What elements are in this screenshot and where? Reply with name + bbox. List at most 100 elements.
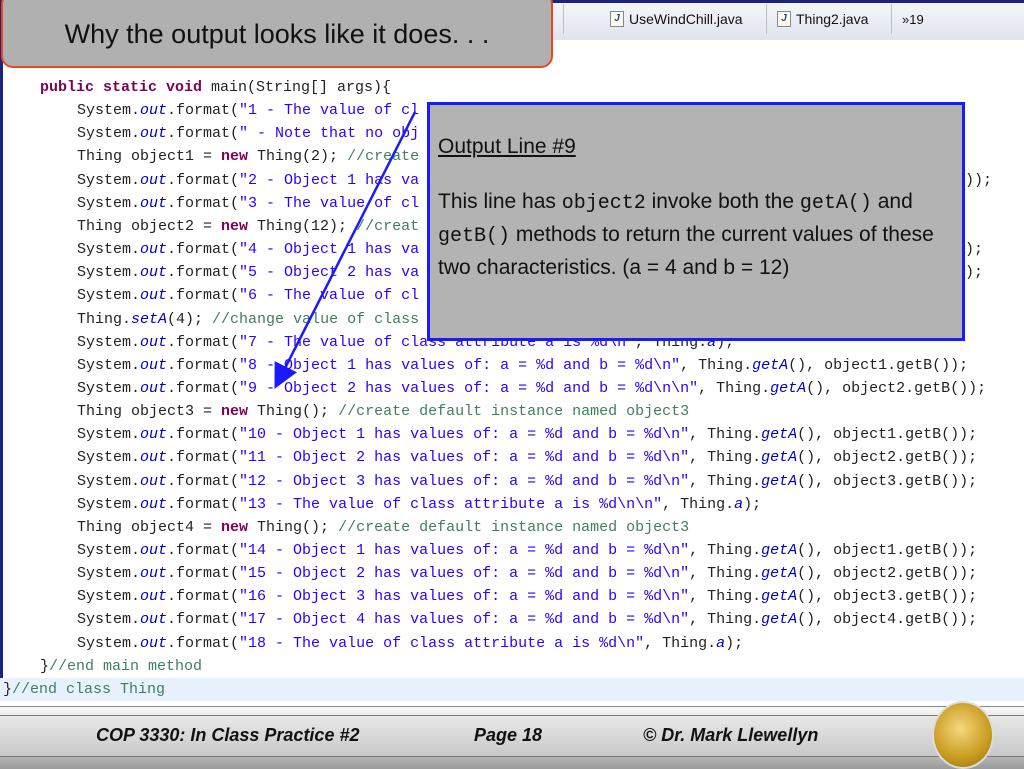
code-token: "4 - Object 1 has va [239, 241, 420, 259]
code-line[interactable]: Thing object4 = new Thing(); //create de… [0, 516, 1024, 539]
code-token: "12 - Object 3 has values of: a = %d and… [239, 472, 690, 490]
code-line[interactable]: System.out.format("10 - Object 1 has val… [0, 423, 1024, 446]
code-token: .format( [167, 426, 240, 444]
code-token: } [3, 680, 13, 698]
code-token: //end class Thing [12, 680, 166, 698]
callout-text: invoke both the [645, 190, 800, 213]
code-token: ); [743, 495, 762, 513]
code-token: .format( [167, 588, 240, 606]
code-token: "14 - Object 1 has values of: a = %d and… [239, 542, 690, 559]
code-token: new [221, 518, 249, 536]
code-token: //end main method [49, 657, 203, 675]
code-token: out [140, 171, 168, 189]
code-token: new [221, 148, 249, 166]
code-token: out [140, 449, 168, 467]
code-line[interactable]: System.out.format("9 - Object 2 has valu… [0, 377, 1024, 400]
code-line[interactable]: System.out.format("12 - Object 3 has val… [0, 470, 1024, 493]
callout-body: This line has object2 invoke both the ge… [438, 186, 954, 283]
code-token: (), object2.getB()); [797, 449, 978, 467]
callout-heading: Output Line #9 [438, 135, 576, 158]
callout-text: and [871, 190, 913, 213]
callout-text: methods to return the current values of … [438, 223, 934, 279]
code-token: System. [77, 634, 141, 652]
code-token: out [140, 565, 168, 583]
code-line[interactable]: }//end main method [0, 655, 1024, 678]
code-token: .format( [167, 333, 240, 351]
code-token: public static void [40, 79, 212, 96]
code-line[interactable]: System.out.format("17 - Object 4 has val… [0, 608, 1024, 631]
code-line[interactable]: System.out.format("14 - Object 1 has val… [0, 539, 1024, 562]
code-token: out [140, 379, 168, 397]
code-token: out [140, 542, 168, 559]
code-token: out [140, 356, 168, 374]
code-token: getA [761, 565, 798, 583]
code-token: , Thing. [689, 472, 762, 490]
more-tabs-button[interactable]: »19 [892, 4, 934, 34]
code-token: Thing(); [248, 403, 339, 421]
code-token: "18 - The value of class attribute a is … [239, 634, 645, 652]
code-token: out [140, 426, 168, 444]
code-line[interactable]: System.out.format("11 - Object 2 has val… [0, 446, 1024, 469]
code-token: "13 - The value of class attribute a is … [239, 495, 663, 513]
code-token: .format( [167, 125, 240, 143]
tab-thing2[interactable]: J Thing2.java [767, 4, 892, 34]
code-token: , Thing. [689, 611, 762, 629]
code-token: System. [77, 171, 141, 189]
code-line[interactable]: System.out.format("13 - The value of cla… [0, 493, 1024, 516]
tab-usewindchill[interactable]: J UseWindChill.java [600, 4, 767, 34]
code-token: out [140, 611, 168, 629]
code-token: .format( [167, 287, 240, 305]
code-token: .format( [167, 102, 240, 120]
code-line[interactable]: System.out.format("8 - Object 1 has valu… [0, 354, 1024, 377]
code-token: } [40, 657, 50, 675]
code-token: System. [77, 241, 141, 259]
code-token: , Thing. [689, 542, 762, 559]
code-token: getA [761, 611, 798, 629]
code-token: (), object2.getB()); [797, 565, 978, 583]
code-token: System. [77, 542, 141, 559]
code-token: out [140, 634, 168, 652]
code-line[interactable]: System.out.format("18 - The value of cla… [0, 632, 1024, 655]
code-token: "5 - Object 2 has va [239, 264, 420, 282]
code-token: System. [77, 472, 141, 490]
code-token: out [140, 495, 168, 513]
footer-author: © Dr. Mark Llewellyn [643, 725, 819, 745]
code-token: Thing object2 = [77, 217, 222, 235]
code-token: a [716, 634, 726, 652]
code-token: "3 - The value of cl [239, 194, 420, 212]
tab-label: UseWindChill.java [629, 11, 743, 27]
code-token: main(String[] args){ [211, 79, 392, 96]
code-token: .format( [167, 379, 240, 397]
code-line[interactable]: Thing object3 = new Thing(); //create de… [0, 400, 1024, 423]
code-line[interactable]: }//end class Thing [0, 677, 1024, 701]
code-token: Thing(12); [248, 217, 357, 235]
java-file-icon: J [777, 11, 791, 27]
code-token: out [140, 102, 168, 120]
footer-page-number: Page 18 [474, 725, 543, 745]
code-token: //create default instance named object3 [338, 403, 690, 421]
code-token: , Thing. [662, 495, 735, 513]
code-token: (), object2.getB()); [806, 379, 987, 397]
code-line[interactable]: System.out.format("16 - Object 3 has val… [0, 585, 1024, 608]
code-line[interactable]: public static void main(String[] args){ [0, 76, 1024, 99]
code-token: "8 - Object 1 has values of: a = %d and … [239, 356, 681, 374]
code-token: new [221, 217, 249, 235]
code-token: out [140, 588, 168, 606]
code-token: //create [347, 148, 420, 166]
code-token: Thing object4 = [77, 518, 222, 536]
code-token: (), object3.getB()); [797, 472, 978, 490]
code-token: , Thing. [689, 449, 762, 467]
code-token: (), object4.getB()); [797, 611, 978, 629]
code-token: System. [77, 287, 141, 305]
code-token: //creat [356, 217, 420, 235]
code-token: , Thing. [698, 379, 771, 397]
code-token: "15 - Object 2 has values of: a = %d and… [239, 565, 690, 583]
code-line[interactable]: System.out.format("15 - Object 2 has val… [0, 562, 1024, 585]
code-token: .format( [167, 264, 240, 282]
code-token: getA [761, 542, 798, 559]
slide-title: Why the output looks like it does. . . [1, 0, 553, 68]
code-token: System. [77, 379, 141, 397]
code-token: Thing(); [248, 518, 339, 536]
more-tabs-label: »19 [902, 11, 924, 27]
code-token: System. [77, 426, 141, 444]
